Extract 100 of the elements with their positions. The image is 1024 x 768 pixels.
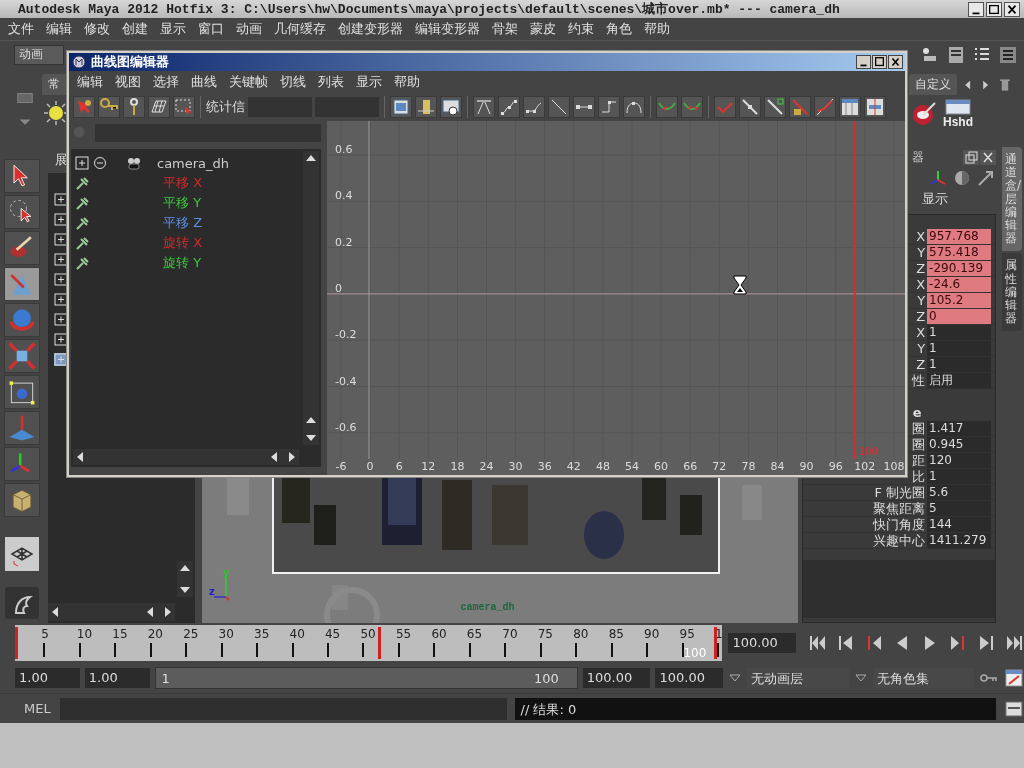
- start-time-field[interactable]: 1.00: [15, 668, 80, 688]
- pin-icon[interactable]: [75, 255, 91, 271]
- expand-icon[interactable]: [53, 193, 68, 206]
- lattice-icon[interactable]: [148, 96, 170, 118]
- stepped-tangent-icon[interactable]: [598, 96, 620, 118]
- channel-value[interactable]: 5: [927, 501, 992, 516]
- expand-icon[interactable]: [53, 253, 68, 266]
- playback-end-field[interactable]: 100.00: [582, 668, 651, 688]
- end-time-field[interactable]: 100.00: [655, 668, 724, 688]
- channel-value[interactable]: -290.139: [927, 261, 992, 276]
- channel-value[interactable]: 5.6: [927, 485, 992, 500]
- pin-icon[interactable]: [75, 195, 91, 211]
- lock-tangent-icon[interactable]: [789, 96, 811, 118]
- object-name[interactable]: camera_dh: [157, 155, 230, 171]
- plateau-tangent-icon[interactable]: [623, 96, 645, 118]
- shelf-button[interactable]: Hshd: [943, 99, 973, 129]
- curve-name[interactable]: 平移 Z: [163, 214, 203, 232]
- menu-item[interactable]: 显示: [350, 73, 388, 91]
- channel-value[interactable]: 1411.279: [927, 533, 992, 548]
- expand-icon[interactable]: [53, 233, 68, 246]
- attribute-editor-icon[interactable]: [946, 44, 966, 65]
- center-time-icon[interactable]: [440, 96, 462, 118]
- preferences-icon[interactable]: [1004, 668, 1024, 688]
- channel-value[interactable]: 0: [927, 309, 992, 324]
- menu-item[interactable]: 视图: [109, 73, 147, 91]
- free-tangent-icon[interactable]: [764, 96, 786, 118]
- pin-icon[interactable]: [75, 175, 91, 191]
- close-icon[interactable]: [888, 55, 903, 69]
- region-select-icon[interactable]: [173, 96, 195, 118]
- channel-value[interactable]: 0.945: [927, 437, 992, 452]
- menu-item[interactable]: 列表: [312, 73, 350, 91]
- menu-item[interactable]: 蒙皮: [524, 20, 562, 38]
- mode-dropdown[interactable]: 动画: [14, 44, 64, 65]
- maximize-icon[interactable]: [872, 55, 887, 69]
- auto-tangent-icon[interactable]: [473, 96, 495, 118]
- expand-icon[interactable]: [53, 333, 68, 346]
- key-select-icon[interactable]: [73, 96, 95, 118]
- flat-tangent-icon[interactable]: [573, 96, 595, 118]
- menu-item[interactable]: 编辑变形器: [409, 20, 486, 38]
- spline-tangent-icon[interactable]: [498, 96, 520, 118]
- menu-item[interactable]: 修改: [78, 20, 116, 38]
- go-to-end-icon[interactable]: [1004, 633, 1024, 653]
- frame-all-icon[interactable]: [390, 96, 412, 118]
- channel-value[interactable]: 1: [927, 341, 992, 356]
- range-slider[interactable]: 1 100: [154, 667, 578, 689]
- menu-item[interactable]: 约束: [562, 20, 600, 38]
- menu-item[interactable]: 编辑: [71, 73, 109, 91]
- pin-icon[interactable]: [75, 215, 91, 231]
- clamped-tangent-icon[interactable]: [523, 96, 545, 118]
- expand-icon[interactable]: [75, 156, 89, 170]
- linear-tangent-icon[interactable]: [548, 96, 570, 118]
- pin-icon[interactable]: [75, 235, 91, 251]
- channel-box-icon[interactable]: [998, 44, 1018, 65]
- channel-value[interactable]: 105.2: [927, 293, 992, 308]
- channel-value[interactable]: 575.418: [927, 245, 992, 260]
- menu-item[interactable]: 曲线: [185, 73, 223, 91]
- expand-icon[interactable]: [53, 313, 68, 326]
- channel-value[interactable]: 1: [927, 325, 992, 340]
- language-label[interactable]: MEL: [24, 701, 52, 716]
- expand-icon[interactable]: [53, 293, 68, 306]
- channel-value[interactable]: 957.768: [927, 229, 992, 244]
- menu-item[interactable]: 编辑: [40, 20, 78, 38]
- menu-item[interactable]: 选择: [147, 73, 185, 91]
- anim-layer-dropdown[interactable]: 无动画层: [747, 668, 849, 688]
- menu-item[interactable]: 动画: [230, 20, 268, 38]
- expand-icon[interactable]: [53, 353, 68, 366]
- minimize-icon[interactable]: [968, 1, 984, 17]
- minimize-icon[interactable]: [856, 55, 871, 69]
- move-keys-icon[interactable]: [98, 96, 120, 118]
- menu-item[interactable]: 切线: [274, 73, 312, 91]
- float-icon[interactable]: [963, 150, 980, 165]
- curve-name[interactable]: 旋转 Y: [163, 254, 202, 272]
- character-set-dropdown[interactable]: 无角色集: [872, 668, 975, 688]
- menu-item[interactable]: 窗口: [192, 20, 230, 38]
- maximize-icon[interactable]: [986, 1, 1002, 17]
- menu-item[interactable]: 文件: [2, 20, 40, 38]
- frame-playback-icon[interactable]: [415, 96, 437, 118]
- channel-value[interactable]: 1: [927, 469, 992, 484]
- dope-sheet-icon[interactable]: [839, 96, 861, 118]
- menu-item[interactable]: 创建变形器: [332, 20, 409, 38]
- menu-item[interactable]: 显示: [921, 190, 948, 208]
- channel-value[interactable]: 1: [927, 357, 992, 372]
- trax-editor-icon[interactable]: [864, 96, 886, 118]
- script-editor-icon[interactable]: [1004, 698, 1024, 719]
- curve-name[interactable]: 平移 Y: [163, 194, 202, 212]
- expand-icon[interactable]: [53, 213, 68, 226]
- channel-value[interactable]: 启用: [927, 373, 992, 388]
- swap-buffer-icon[interactable]: [681, 96, 703, 118]
- playback-start-field[interactable]: 1.00: [84, 668, 150, 688]
- menu-item[interactable]: 创建: [116, 20, 154, 38]
- menu-item[interactable]: 帮助: [388, 73, 426, 91]
- channel-value[interactable]: 144: [927, 517, 992, 532]
- expand-icon[interactable]: [53, 273, 68, 286]
- close-icon[interactable]: [980, 150, 997, 165]
- menu-item[interactable]: 几何缓存: [268, 20, 332, 38]
- channel-value[interactable]: 1.417: [927, 421, 992, 436]
- menu-item[interactable]: 骨架: [486, 20, 524, 38]
- side-tab[interactable]: 通道盒/层编辑器: [1002, 147, 1023, 252]
- buffer-curve-icon[interactable]: [656, 96, 678, 118]
- time-slider[interactable]: 5 10 15 20 25 30 35 40 45 50 55 60 65 70 75 80 85 90 95 1 100: [15, 625, 723, 661]
